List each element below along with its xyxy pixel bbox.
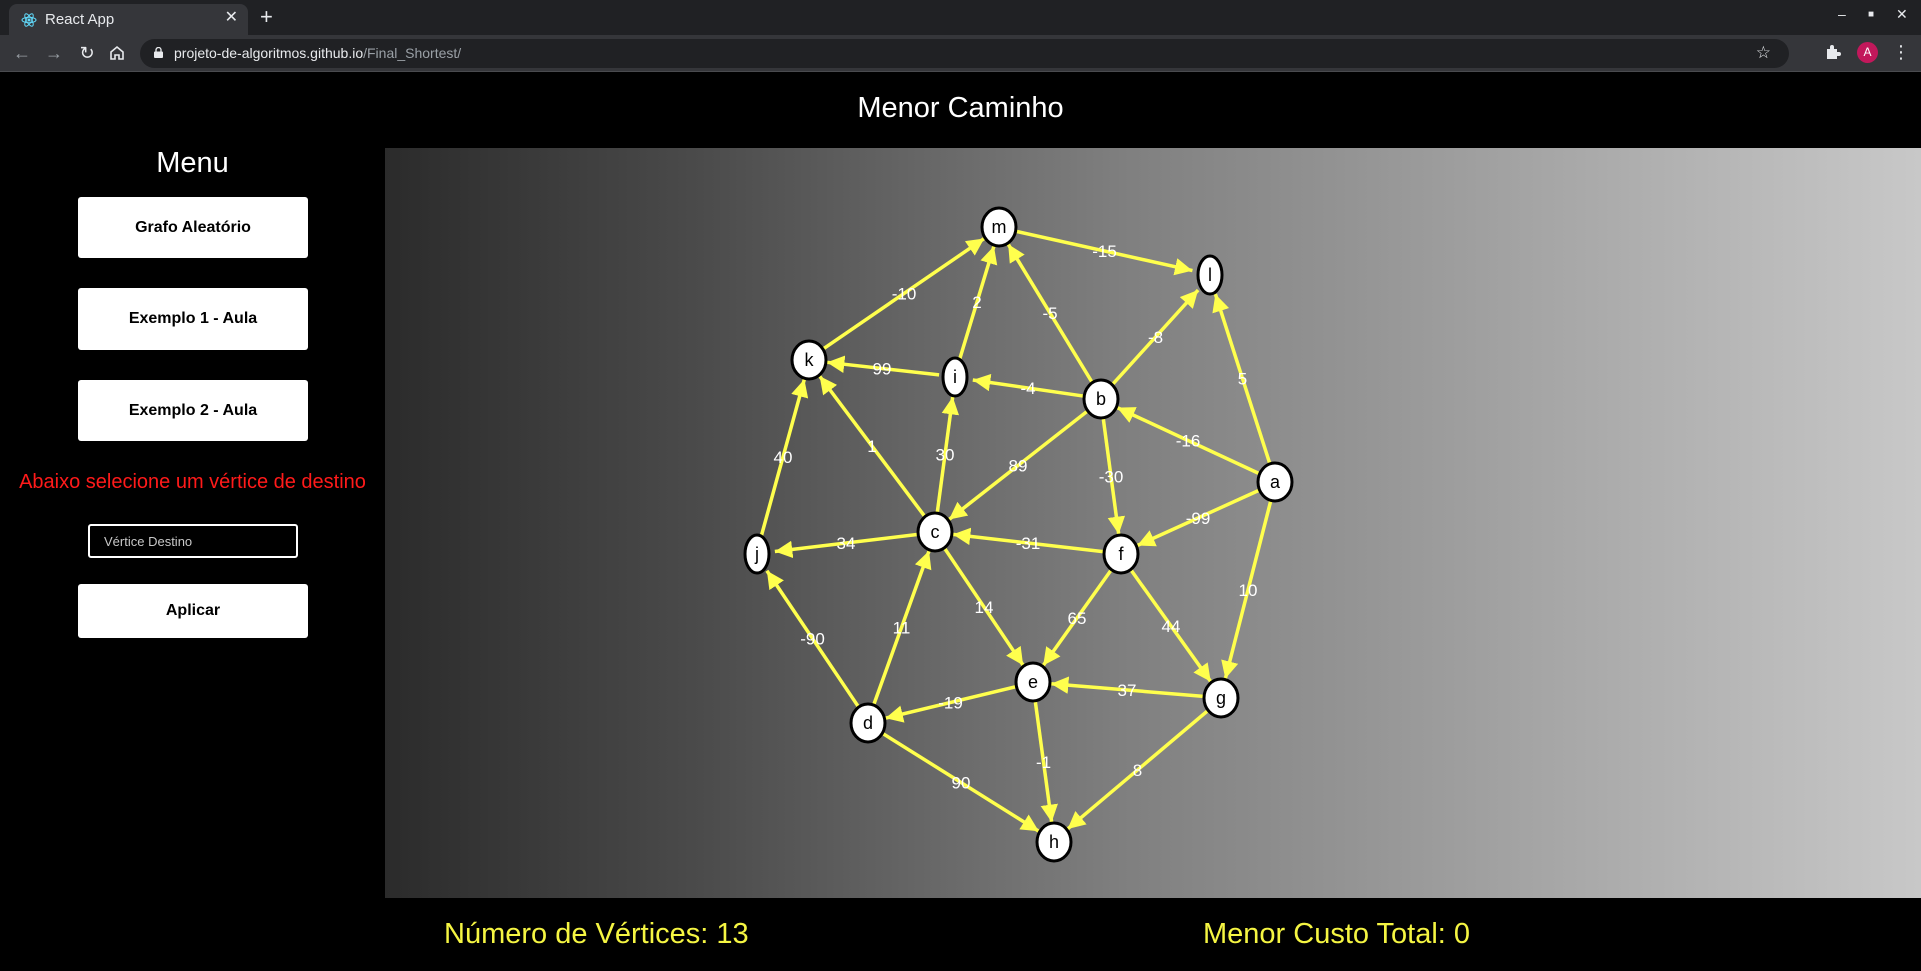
maximize-icon[interactable]: ■: [1868, 9, 1874, 20]
vertex-label: b: [1096, 389, 1106, 409]
vertex-label: m: [992, 217, 1007, 237]
browser-tab-bar: React App ✕ + – ■ ✕: [0, 0, 1921, 35]
tab-close-icon[interactable]: ✕: [225, 9, 238, 27]
edge-weight-label: 2: [972, 293, 981, 312]
vertex-a[interactable]: a: [1256, 461, 1294, 503]
destination-vertex-input[interactable]: [88, 524, 298, 558]
vertex-label: k: [805, 350, 815, 370]
edge-weight-label: 30: [936, 446, 955, 465]
vertex-g[interactable]: g: [1202, 677, 1240, 719]
edge-weight-label: 11: [893, 619, 911, 638]
window-close-icon[interactable]: ✕: [1896, 6, 1908, 23]
vertex-label: l: [1208, 265, 1212, 285]
edge-weight-label: 44: [1162, 617, 1181, 636]
total-cost: Menor Custo Total: 0: [1203, 918, 1471, 950]
back-icon[interactable]: ←: [11, 42, 33, 64]
reload-icon[interactable]: ↻: [76, 42, 98, 64]
profile-avatar[interactable]: A: [1857, 42, 1878, 63]
graph-svg: -15 -10 2 -5 -8 5 99 -4 -16 40 1 30 89 -30 -99 34 -31 10 -…: [743, 206, 1294, 863]
page-title: Menor Caminho: [857, 92, 1064, 124]
edge-weight-label: -99: [1186, 509, 1211, 528]
edge-weight-label: -8: [1148, 328, 1163, 347]
lock-icon: [154, 47, 163, 58]
edge-weight-label: 8: [1133, 761, 1142, 780]
vertex-j[interactable]: j: [743, 533, 771, 575]
example-1-button[interactable]: Exemplo 1 - Aula: [78, 288, 308, 350]
apply-button[interactable]: Aplicar: [78, 584, 308, 638]
bookmark-star-icon[interactable]: ☆: [1756, 43, 1771, 63]
vertex-e[interactable]: e: [1014, 661, 1052, 703]
sidebar: Menu Grafo Aleatório Exemplo 1 - Aula Ex…: [0, 145, 385, 645]
browser-tab[interactable]: React App ✕: [9, 4, 248, 35]
minimize-icon[interactable]: –: [1838, 6, 1846, 22]
edge-weight-label: 99: [873, 360, 892, 379]
graph-canvas[interactable]: -15 -10 2 -5 -8 5 99 -4 -16 40 1 30 89 -30 -99 34 -31 10 -…: [385, 148, 1921, 898]
vertex-count: Número de Vértices: 13: [444, 918, 749, 950]
edge-weight-label: 34: [837, 534, 856, 553]
vertex-l[interactable]: l: [1196, 254, 1224, 296]
edge-weight-label: 37: [1118, 681, 1137, 700]
vertex-label: a: [1270, 472, 1281, 492]
url-text: projeto-de-algoritmos.github.io/Final_Sh…: [174, 45, 462, 61]
edge-weight-label: 1: [867, 437, 876, 456]
edge-weight-label: -90: [800, 630, 825, 649]
vertex-label: j: [754, 544, 759, 564]
edge-weight-label: 10: [1239, 581, 1258, 600]
forward-icon[interactable]: →: [43, 42, 65, 64]
vertex-c[interactable]: c: [916, 511, 954, 553]
edge-weight-label: 5: [1238, 370, 1247, 389]
extensions-puzzle-icon[interactable]: [1824, 43, 1842, 61]
example-2-button[interactable]: Exemplo 2 - Aula: [78, 380, 308, 441]
tab-title: React App: [45, 11, 115, 28]
edge-weight-label: 90: [952, 774, 971, 793]
edge-weight-label: -10: [892, 285, 917, 304]
vertex-label: i: [953, 367, 957, 387]
react-logo-icon: [21, 13, 37, 27]
edge-weight-label: 14: [975, 598, 994, 617]
edge-weight-label: 40: [774, 448, 793, 467]
vertex-m[interactable]: m: [980, 206, 1018, 248]
vertex-b[interactable]: b: [1082, 378, 1120, 420]
edge-weight-label: -15: [1092, 242, 1117, 261]
edge-weight-label: -30: [1099, 468, 1124, 487]
edge-weight-label: -19: [938, 694, 963, 713]
home-icon[interactable]: [108, 44, 126, 62]
edge-weight-label: -31: [1016, 534, 1041, 553]
edge-weight-label: -4: [1020, 379, 1035, 398]
browser-menu-icon[interactable]: ⋮: [1892, 42, 1910, 62]
vertex-label: d: [863, 713, 873, 733]
edge-weight-label: 89: [1009, 457, 1028, 476]
browser-toolbar: ← → ↻ projeto-de-algoritmos.github.io/Fi…: [0, 35, 1921, 72]
vertex-f[interactable]: f: [1102, 533, 1140, 575]
destination-prompt: Abaixo selecione um vértice de destino: [19, 471, 366, 493]
vertex-label: h: [1049, 832, 1059, 852]
edge-weight-label: -16: [1176, 432, 1201, 451]
edge-weight-label: -1: [1036, 753, 1051, 772]
edge-weight-label: 65: [1068, 609, 1087, 628]
menu-title: Menu: [156, 147, 229, 179]
vertex-label: g: [1216, 688, 1226, 708]
new-tab-icon[interactable]: +: [260, 5, 273, 29]
edge-weight-label: -5: [1042, 304, 1057, 323]
random-graph-button[interactable]: Grafo Aleatório: [78, 197, 308, 258]
vertex-label: c: [931, 522, 940, 542]
vertex-label: e: [1028, 672, 1038, 692]
vertex-i[interactable]: i: [941, 356, 969, 398]
address-bar[interactable]: projeto-de-algoritmos.github.io/Final_Sh…: [140, 39, 1789, 68]
vertex-k[interactable]: k: [790, 339, 828, 381]
vertex-d[interactable]: d: [849, 702, 887, 744]
vertex-h[interactable]: h: [1035, 821, 1073, 863]
